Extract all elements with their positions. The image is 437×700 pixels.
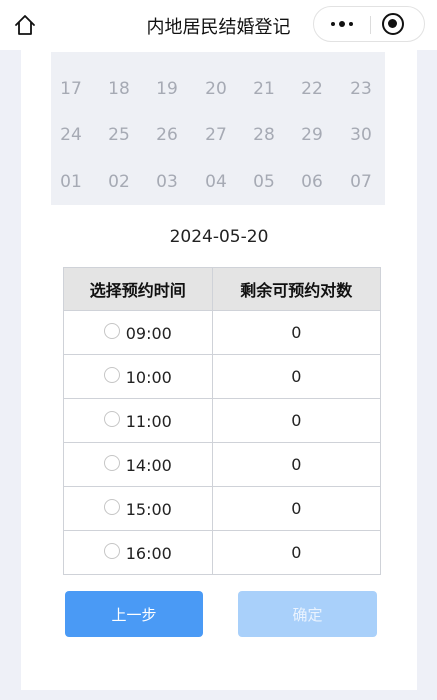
calendar-day[interactable]: 02 bbox=[99, 172, 139, 192]
calendar-week-row: 17 18 19 20 21 22 23 bbox=[51, 76, 385, 106]
time-slot-label: 15:00 bbox=[125, 499, 172, 519]
capsule-divider bbox=[370, 16, 371, 34]
radio-button[interactable] bbox=[103, 411, 120, 427]
calendar-day[interactable]: 28 bbox=[244, 125, 284, 145]
appointment-card: 17 18 19 20 21 22 23 24 25 26 27 28 29 3… bbox=[21, 50, 417, 690]
time-slot-cell[interactable]: 11:00 bbox=[63, 398, 213, 443]
calendar-day[interactable]: 04 bbox=[196, 172, 236, 192]
calendar-day[interactable]: 18 bbox=[99, 79, 139, 99]
radio-button[interactable] bbox=[103, 499, 120, 515]
miniprogram-capsule bbox=[313, 6, 425, 42]
calendar-week-row: 01 02 03 04 05 06 07 bbox=[51, 169, 385, 199]
confirm-button[interactable]: 确定 bbox=[238, 591, 377, 637]
calendar-grid: 17 18 19 20 21 22 23 24 25 26 27 28 29 3… bbox=[51, 52, 385, 205]
calendar-day[interactable]: 21 bbox=[244, 79, 284, 99]
close-miniprogram-icon[interactable] bbox=[382, 13, 404, 35]
time-slot-label: 14:00 bbox=[125, 455, 172, 475]
remaining-count: 0 bbox=[211, 442, 382, 487]
time-slot-cell[interactable]: 14:00 bbox=[63, 442, 213, 487]
calendar-day[interactable]: 25 bbox=[99, 125, 139, 145]
calendar-day[interactable]: 01 bbox=[51, 172, 91, 192]
table-row: 14:00 0 bbox=[63, 442, 382, 487]
remaining-count: 0 bbox=[211, 486, 382, 531]
remaining-count: 0 bbox=[211, 310, 382, 355]
column-header-remaining: 剩余可预约对数 bbox=[211, 267, 382, 311]
remaining-count: 0 bbox=[211, 354, 382, 399]
radio-button[interactable] bbox=[103, 455, 120, 471]
table-row: 10:00 0 bbox=[63, 354, 382, 399]
calendar-day[interactable]: 22 bbox=[292, 79, 332, 99]
more-dots-icon[interactable] bbox=[314, 7, 370, 41]
calendar-week-row: 24 25 26 27 28 29 30 bbox=[51, 122, 385, 152]
radio-button[interactable] bbox=[103, 543, 120, 559]
calendar-day[interactable]: 19 bbox=[147, 79, 187, 99]
calendar-day[interactable]: 27 bbox=[196, 125, 236, 145]
prev-step-button[interactable]: 上一步 bbox=[65, 591, 203, 637]
table-row: 11:00 0 bbox=[63, 398, 382, 443]
column-header-time: 选择预约时间 bbox=[63, 267, 213, 311]
calendar-day[interactable]: 30 bbox=[341, 125, 381, 145]
time-slot-label: 11:00 bbox=[125, 411, 172, 431]
time-slot-cell[interactable]: 15:00 bbox=[63, 486, 213, 531]
table-row: 16:00 0 bbox=[63, 530, 382, 575]
calendar-day[interactable]: 20 bbox=[196, 79, 236, 99]
table-header-row: 选择预约时间 剩余可预约对数 bbox=[63, 267, 382, 311]
remaining-count: 0 bbox=[211, 398, 382, 443]
time-slot-cell[interactable]: 09:00 bbox=[63, 310, 213, 355]
time-slot-label: 09:00 bbox=[125, 323, 172, 343]
time-slot-cell[interactable]: 10:00 bbox=[63, 354, 213, 399]
radio-button[interactable] bbox=[103, 323, 120, 339]
calendar-day[interactable]: 07 bbox=[341, 172, 381, 192]
calendar-day[interactable]: 17 bbox=[51, 79, 91, 99]
radio-button[interactable] bbox=[103, 367, 120, 383]
calendar-day[interactable]: 26 bbox=[147, 125, 187, 145]
table-row: 09:00 0 bbox=[63, 310, 382, 355]
table-row: 15:00 0 bbox=[63, 486, 382, 531]
time-slot-label: 16:00 bbox=[125, 543, 172, 563]
calendar-day[interactable]: 23 bbox=[341, 79, 381, 99]
calendar-day[interactable]: 03 bbox=[147, 172, 187, 192]
calendar-day[interactable]: 24 bbox=[51, 125, 91, 145]
time-slot-cell[interactable]: 16:00 bbox=[63, 530, 213, 575]
calendar-day[interactable]: 29 bbox=[292, 125, 332, 145]
calendar-day[interactable]: 06 bbox=[292, 172, 332, 192]
time-slot-table: 选择预约时间 剩余可预约对数 09:00 0 10:00 0 11:00 0 1… bbox=[63, 267, 382, 575]
selected-date: 2024-05-20 bbox=[169, 227, 269, 247]
nav-bar: 内地居民结婚登记 bbox=[0, 0, 437, 50]
remaining-count: 0 bbox=[211, 530, 382, 575]
time-slot-label: 10:00 bbox=[125, 367, 172, 387]
calendar-day[interactable]: 05 bbox=[244, 172, 284, 192]
